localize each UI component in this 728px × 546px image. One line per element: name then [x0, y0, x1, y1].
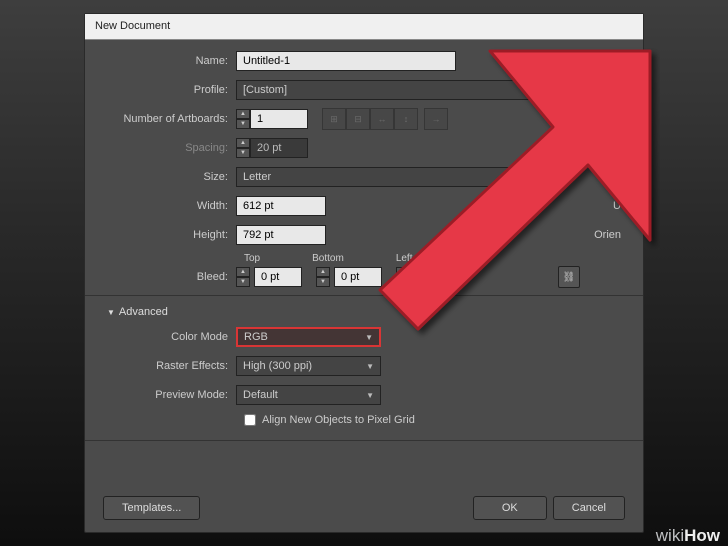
- size-label: Size:: [101, 171, 236, 183]
- orientation-label: Orien: [594, 229, 627, 241]
- spacing-input: [250, 138, 308, 158]
- spacing-stepper[interactable]: ▲▼: [236, 138, 250, 158]
- size-dropdown[interactable]: Letter: [236, 167, 541, 187]
- spacing-label: Spacing:: [101, 142, 236, 154]
- preview-dropdown[interactable]: Default▼: [236, 385, 381, 405]
- raster-label: Raster Effects:: [101, 360, 236, 372]
- link-bleed-icon[interactable]: ⛓: [558, 266, 580, 288]
- ok-button[interactable]: OK: [473, 496, 547, 520]
- profile-label: Profile:: [101, 84, 236, 96]
- divider: [85, 440, 643, 441]
- bleed-bottom-stepper[interactable]: ▲▼: [316, 267, 330, 287]
- artboards-input[interactable]: [250, 109, 308, 129]
- units-label: U: [613, 200, 627, 212]
- arrange-row-icon[interactable]: ↔: [370, 108, 394, 130]
- chevron-down-icon: ▼: [366, 391, 374, 400]
- disclosure-triangle-icon: ▼: [107, 308, 115, 317]
- color-mode-label: Color Mode: [101, 331, 236, 343]
- preview-label: Preview Mode:: [101, 389, 236, 401]
- advanced-section-header[interactable]: ▼ Advanced: [107, 306, 627, 318]
- divider: [85, 295, 643, 296]
- name-input[interactable]: [236, 51, 456, 71]
- width-label: Width:: [101, 200, 236, 212]
- arrange-rtl-icon[interactable]: →: [424, 108, 448, 130]
- height-label: Height:: [101, 229, 236, 241]
- templates-button[interactable]: Templates...: [103, 496, 200, 520]
- bleed-top-stepper[interactable]: ▲▼: [236, 267, 250, 287]
- columns-label: Columns:: [575, 142, 627, 154]
- raster-dropdown[interactable]: High (300 ppi)▼: [236, 356, 381, 376]
- cancel-button[interactable]: Cancel: [553, 496, 625, 520]
- align-pixel-grid-checkbox[interactable]: [244, 414, 256, 426]
- height-input[interactable]: [236, 225, 326, 245]
- chevron-down-icon: ▼: [366, 362, 374, 371]
- profile-dropdown-arrow[interactable]: ▼: [545, 79, 569, 101]
- color-mode-dropdown[interactable]: RGB▼: [236, 327, 381, 347]
- grid-by-col-icon[interactable]: ⊟: [346, 108, 370, 130]
- wikihow-watermark: wikiHow: [656, 526, 720, 546]
- bleed-left-label: Left: [396, 253, 413, 264]
- name-label: Name:: [101, 55, 236, 67]
- bleed-bottom-label: Bottom: [312, 253, 344, 264]
- bleed-left-stepper[interactable]: ▲▼: [396, 267, 410, 287]
- arrange-col-icon[interactable]: ↕: [394, 108, 418, 130]
- bleed-left-input[interactable]: [414, 267, 452, 287]
- artboards-stepper[interactable]: ▲▼: [236, 109, 250, 129]
- profile-dropdown[interactable]: [Custom]: [236, 80, 541, 100]
- chevron-down-icon: ▼: [365, 333, 373, 342]
- bleed-top-label: Top: [244, 253, 260, 264]
- dialog-content: Name: Profile: [Custom] ▼ Number of Artb…: [85, 40, 643, 457]
- window-title: New Document: [95, 20, 170, 32]
- artboards-label: Number of Artboards:: [101, 113, 236, 125]
- bleed-bottom-input[interactable]: [334, 267, 382, 287]
- align-pixel-grid-label: Align New Objects to Pixel Grid: [262, 414, 415, 426]
- grid-by-row-icon[interactable]: ⊞: [322, 108, 346, 130]
- new-document-dialog: New Document Name: Profile: [Custom] ▼ N…: [84, 13, 644, 533]
- bleed-top-input[interactable]: [254, 267, 302, 287]
- width-input[interactable]: [236, 196, 326, 216]
- bleed-label: Bleed:: [101, 271, 236, 283]
- window-titlebar: New Document: [85, 14, 643, 40]
